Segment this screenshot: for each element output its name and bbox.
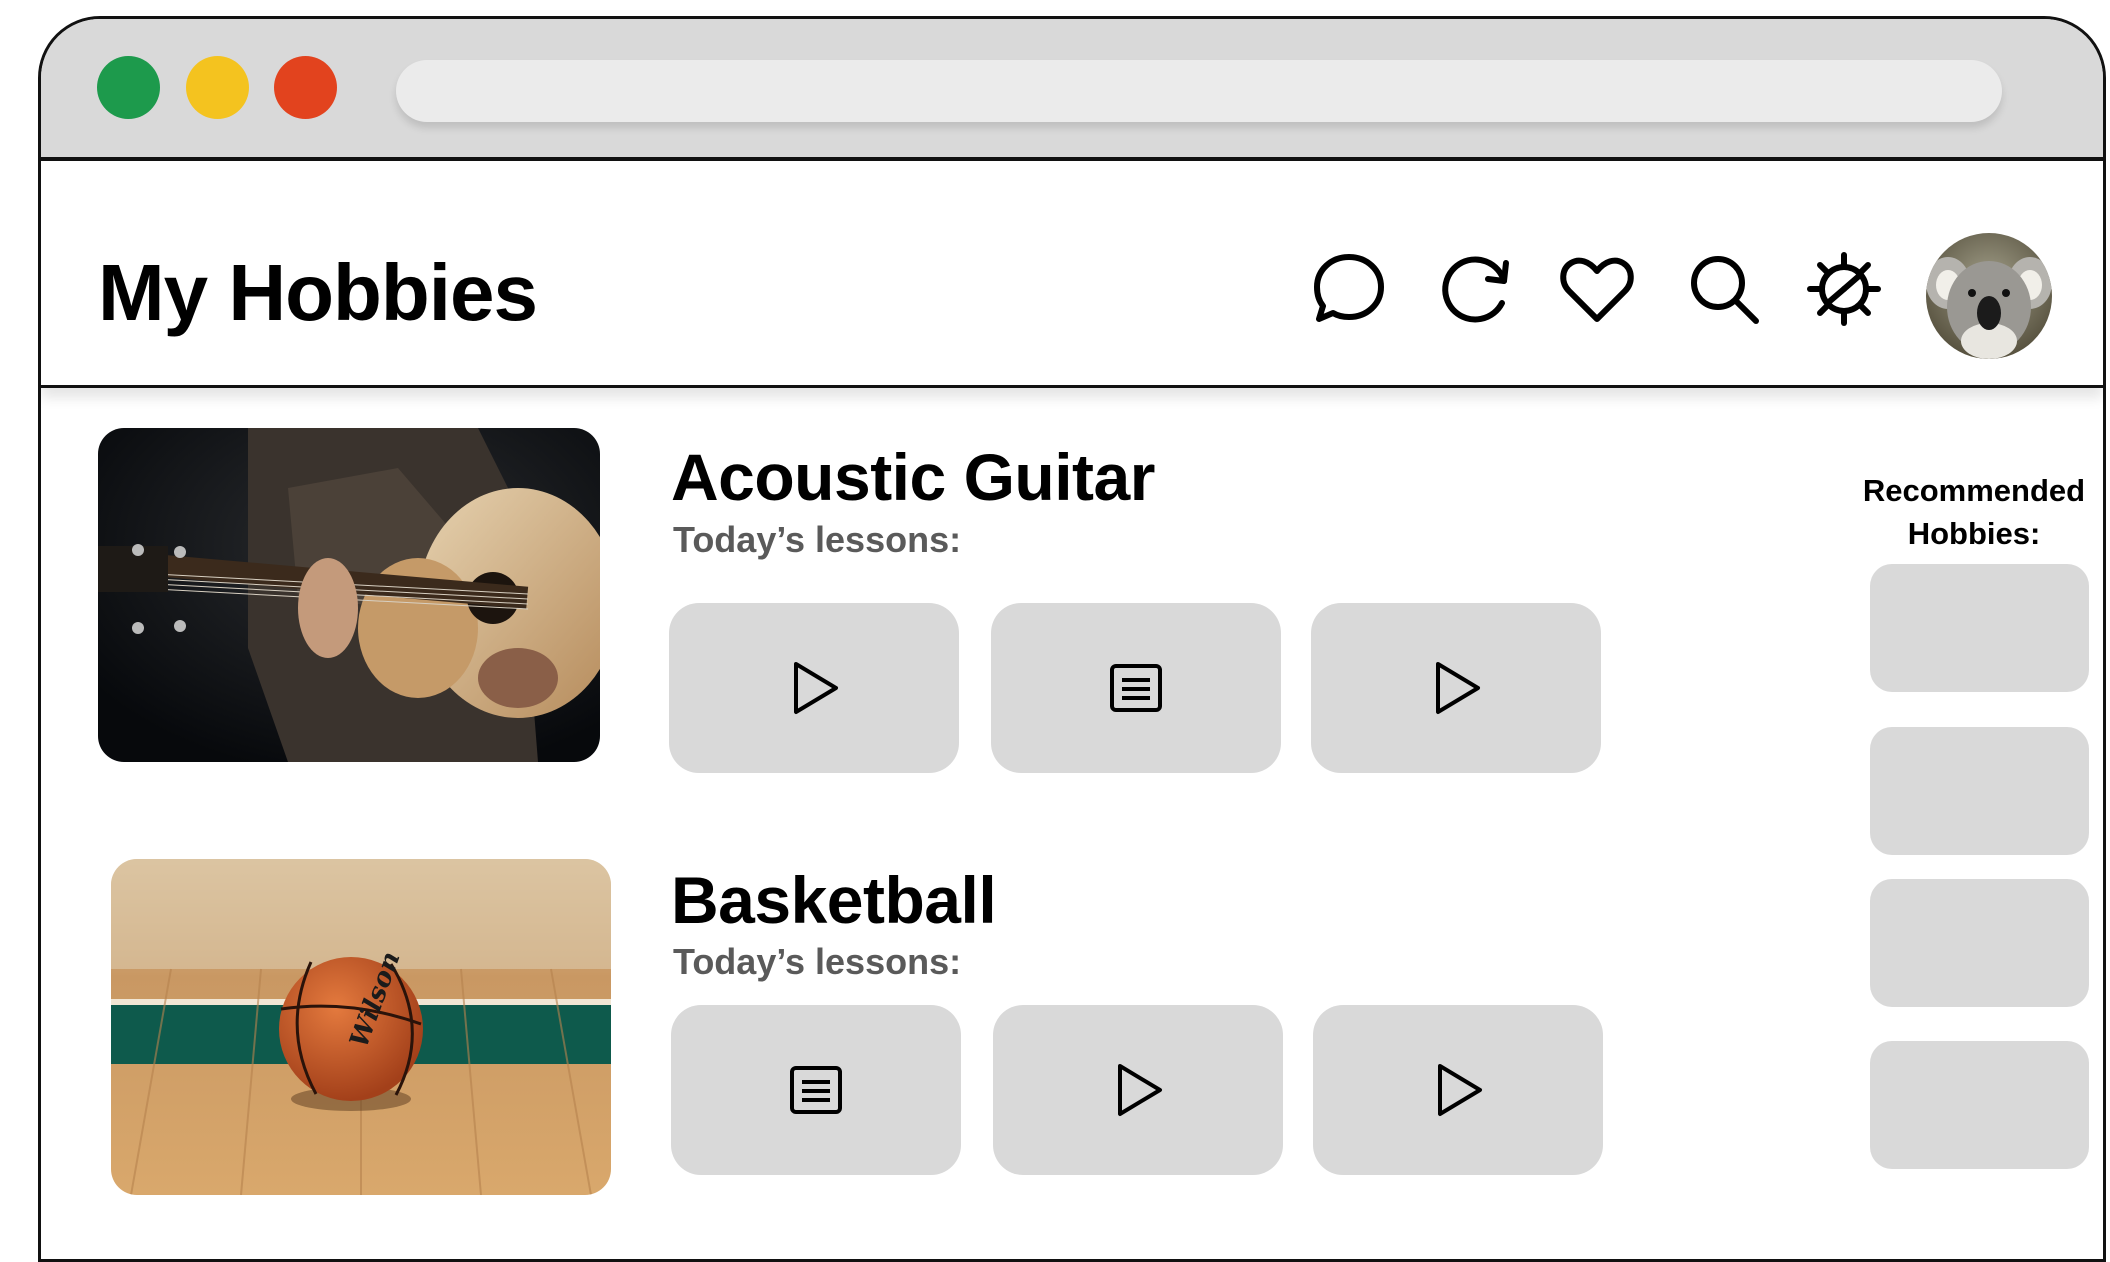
lesson-card-video[interactable] [993,1005,1283,1175]
basketball-image[interactable]: Wilson [111,859,611,1195]
recommended-title-line2: Hobbies: [1907,516,2041,551]
browser-window: My Hobbies Acoustic Guitar Today’s lesso… [38,16,2106,1262]
heart-icon[interactable] [1557,249,1637,329]
app-header: My Hobbies [41,161,2103,388]
window-titlebar [41,19,2103,161]
lesson-card-video[interactable] [669,603,959,773]
lesson-card-article[interactable] [671,1005,961,1175]
refresh-icon[interactable] [1436,249,1516,329]
page-title: My Hobbies [98,248,538,337]
lesson-card-video[interactable] [1313,1005,1603,1175]
recommended-title: Recommended Hobbies: [1839,469,2103,555]
recommended-hobby-card[interactable] [1870,1041,2089,1169]
hobby-title-acoustic-guitar: Acoustic Guitar [671,440,1155,514]
play-icon [1438,1064,1482,1116]
hobby-title-basketball: Basketball [671,863,997,937]
recommended-hobby-card[interactable] [1870,564,2089,692]
hobby-subtitle-basketball: Today’s lessons: [673,941,962,982]
search-icon[interactable] [1684,249,1764,329]
recommended-title-line1: Recommended [1862,473,2086,508]
acoustic-guitar-image[interactable] [98,428,600,762]
address-bar[interactable] [396,60,2002,122]
play-icon [1118,1064,1162,1116]
settings-gear-icon[interactable] [1804,249,1884,329]
recommended-hobby-card[interactable] [1870,727,2089,855]
lesson-card-article[interactable] [991,603,1281,773]
chat-bubble-icon[interactable] [1309,249,1389,329]
play-icon [1436,662,1480,714]
document-icon [790,1066,842,1114]
user-avatar[interactable] [1926,233,2052,359]
hobby-subtitle-acoustic-guitar: Today’s lessons: [673,519,962,560]
window-minimize-button[interactable] [186,56,249,119]
recommended-hobby-card[interactable] [1870,879,2089,1007]
play-icon [794,662,838,714]
window-close-button[interactable] [274,56,337,119]
window-maximize-button[interactable] [97,56,160,119]
document-icon [1110,664,1162,712]
lesson-card-video[interactable] [1311,603,1601,773]
